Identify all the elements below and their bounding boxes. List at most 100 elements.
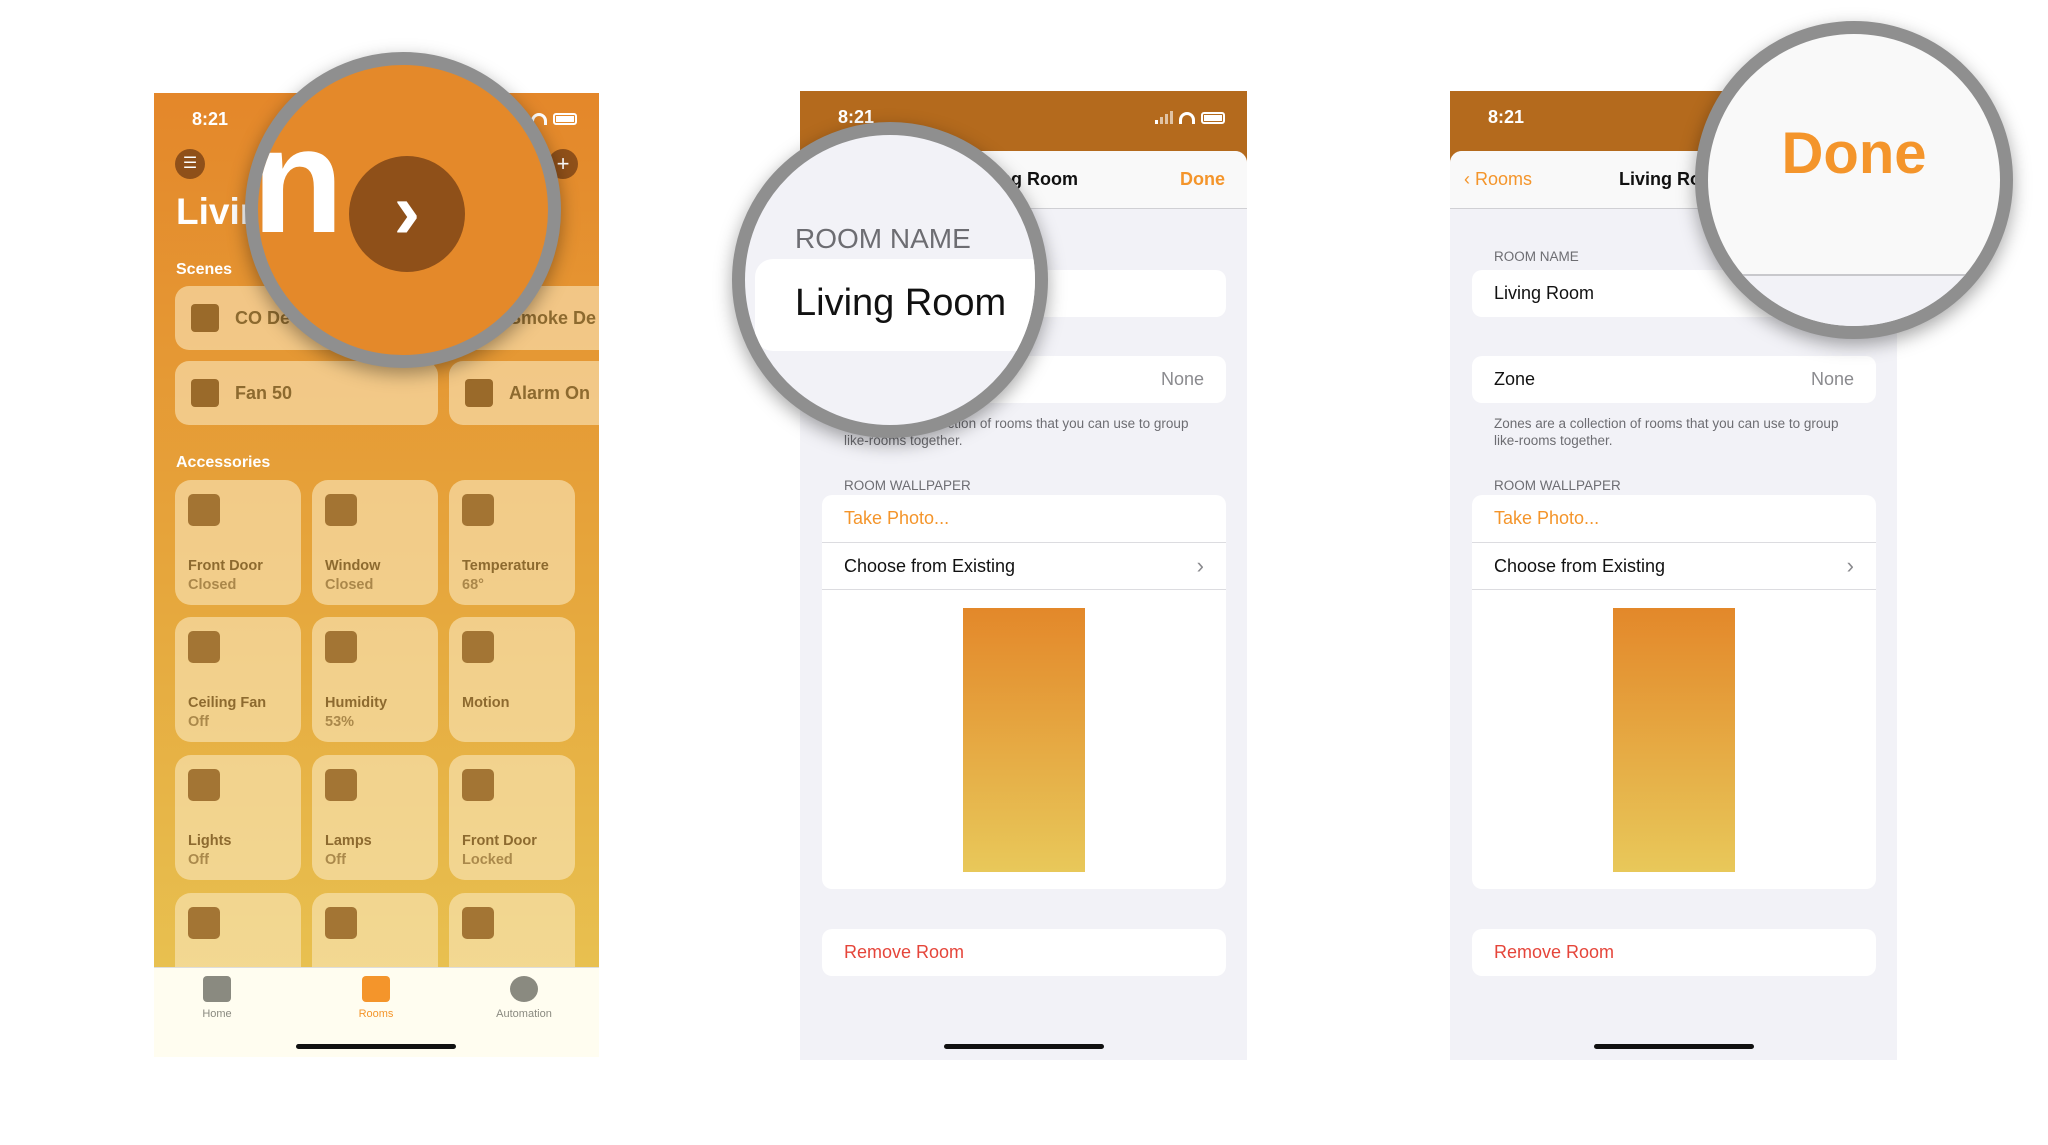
home-indicator bbox=[1594, 1044, 1754, 1049]
remove-room-button[interactable]: Remove Room bbox=[1472, 929, 1876, 976]
accessory-name: Temperature bbox=[462, 558, 549, 574]
accessory-tile[interactable]: Front Door Closed bbox=[175, 480, 301, 605]
home-indicator bbox=[944, 1044, 1104, 1049]
accessory-tile[interactable]: Front Door Locked bbox=[449, 755, 575, 880]
accessory-tile[interactable]: Ceiling Fan Off bbox=[175, 617, 301, 742]
accessory-state: Locked bbox=[462, 852, 513, 868]
tab-home[interactable]: Home bbox=[157, 976, 277, 1020]
take-photo-button[interactable]: Take Photo... bbox=[1472, 495, 1876, 542]
battery-icon bbox=[553, 113, 577, 125]
ceiling-fan-icon bbox=[188, 631, 220, 663]
accessory-state: Closed bbox=[325, 577, 374, 593]
home-icon bbox=[203, 976, 231, 1002]
remove-room-label: Remove Room bbox=[1494, 942, 1615, 962]
tab-automation[interactable]: Automation bbox=[464, 976, 584, 1020]
accessory-name: Window bbox=[325, 558, 381, 574]
lamp-icon bbox=[325, 769, 357, 801]
signal-icon bbox=[1155, 111, 1173, 124]
scene-label: Alarm On bbox=[509, 382, 591, 403]
accessory-tile[interactable]: Temperature 68° bbox=[449, 480, 575, 605]
choose-existing-label: Choose from Existing bbox=[844, 555, 1016, 576]
wallpaper-header: ROOM WALLPAPER bbox=[844, 478, 971, 493]
wallpaper-card: Take Photo... Choose from Existing › bbox=[822, 495, 1226, 889]
homepod-icon bbox=[325, 907, 357, 939]
coffee-cup-icon bbox=[191, 304, 219, 332]
chevron-right-icon: › bbox=[1846, 553, 1854, 578]
accessory-name: Lamps bbox=[325, 833, 372, 849]
window-icon bbox=[325, 494, 357, 526]
zone-row[interactable]: Zone None bbox=[1472, 356, 1876, 403]
remove-room-label: Remove Room bbox=[844, 942, 965, 962]
status-icons bbox=[1155, 111, 1225, 124]
tab-label: Home bbox=[202, 1008, 232, 1020]
tab-rooms[interactable]: Rooms bbox=[316, 976, 436, 1020]
accessory-tile[interactable]: Humidity 53% bbox=[312, 617, 438, 742]
scene-tile[interactable]: Alarm On bbox=[449, 361, 599, 425]
accessory-name: Ceiling Fan bbox=[188, 695, 267, 711]
chair-icon bbox=[191, 379, 219, 407]
done-button[interactable]: Done bbox=[1180, 169, 1225, 190]
tab-label: Rooms bbox=[358, 1008, 394, 1020]
light-icon bbox=[188, 769, 220, 801]
magnifier-room-name: ROOM NAME Living Room bbox=[732, 122, 1048, 438]
accessory-name: Humidity bbox=[325, 695, 388, 711]
choose-existing-button[interactable]: Choose from Existing › bbox=[822, 542, 1226, 589]
wifi-icon bbox=[1179, 111, 1195, 124]
chevron-right-icon: › bbox=[1196, 553, 1204, 578]
humidity-icon bbox=[325, 631, 357, 663]
lock-icon bbox=[462, 769, 494, 801]
door-icon bbox=[188, 494, 220, 526]
room-name-header: ROOM NAME bbox=[1494, 249, 1579, 264]
take-photo-button[interactable]: Take Photo... bbox=[822, 495, 1226, 542]
accessory-state: 68° bbox=[462, 577, 484, 593]
status-time: 8:21 bbox=[1488, 107, 1525, 127]
accessory-tile[interactable]: Lamps Off bbox=[312, 755, 438, 880]
house-icon bbox=[465, 379, 493, 407]
home-indicator bbox=[296, 1044, 456, 1049]
accessory-state: Closed bbox=[188, 577, 237, 593]
zone-value: None bbox=[1160, 369, 1204, 389]
accessory-tile[interactable]: Motion bbox=[449, 617, 575, 742]
accessory-name: Motion bbox=[462, 695, 510, 711]
battery-icon bbox=[1201, 111, 1225, 124]
wallpaper-preview[interactable] bbox=[963, 608, 1085, 872]
accessory-tile[interactable]: Window Closed bbox=[312, 480, 438, 605]
accessories-label: Accessories bbox=[176, 454, 271, 471]
magnified-done[interactable]: Done bbox=[1708, 120, 2000, 187]
magnifier-done-button: Done bbox=[1695, 21, 2013, 339]
choose-existing-label: Choose from Existing bbox=[1494, 555, 1666, 576]
zone-value: None bbox=[1810, 369, 1854, 389]
automation-icon bbox=[510, 976, 538, 1002]
magnified-room-name-header: ROOM NAME bbox=[795, 223, 971, 254]
chevron-right-icon[interactable]: › bbox=[349, 156, 465, 272]
tab-label: Automation bbox=[496, 1008, 552, 1020]
magnified-room-name: Living Room bbox=[795, 282, 1007, 324]
thermometer-icon bbox=[462, 494, 494, 526]
wallpaper-header: ROOM WALLPAPER bbox=[1494, 478, 1621, 493]
accessory-state: Off bbox=[188, 714, 209, 730]
scene-label: Fan 50 bbox=[235, 382, 293, 403]
accessory-name: Lights bbox=[188, 833, 232, 849]
accessory-state: Off bbox=[188, 852, 209, 868]
zone-label: Zone bbox=[1494, 369, 1536, 389]
accessory-name: Front Door bbox=[462, 833, 537, 849]
scene-tile[interactable]: Fan 50 bbox=[175, 361, 438, 425]
tab-bar: Home Rooms Automation bbox=[154, 967, 599, 1057]
status-icons bbox=[531, 113, 577, 125]
choose-existing-button[interactable]: Choose from Existing › bbox=[1472, 542, 1876, 589]
wallpaper-card: Take Photo... Choose from Existing › bbox=[1472, 495, 1876, 889]
wallpaper-preview[interactable] bbox=[1613, 608, 1735, 872]
rooms-icon bbox=[362, 976, 390, 1002]
apple-tv-icon bbox=[188, 907, 220, 939]
magnified-title-fragment: n bbox=[252, 96, 344, 264]
scenes-label: Scenes bbox=[176, 261, 233, 278]
remove-room-button[interactable]: Remove Room bbox=[822, 929, 1226, 976]
accessory-tile[interactable]: Lights Off bbox=[175, 755, 301, 880]
sprinkler-icon bbox=[462, 907, 494, 939]
list-icon[interactable]: ☰ bbox=[175, 149, 205, 179]
accessory-state: Off bbox=[325, 852, 346, 868]
status-time: 8:21 bbox=[192, 109, 229, 129]
magnifier-room-settings-button: n › bbox=[245, 52, 561, 368]
motion-icon bbox=[462, 631, 494, 663]
accessory-state: 53% bbox=[325, 714, 355, 730]
